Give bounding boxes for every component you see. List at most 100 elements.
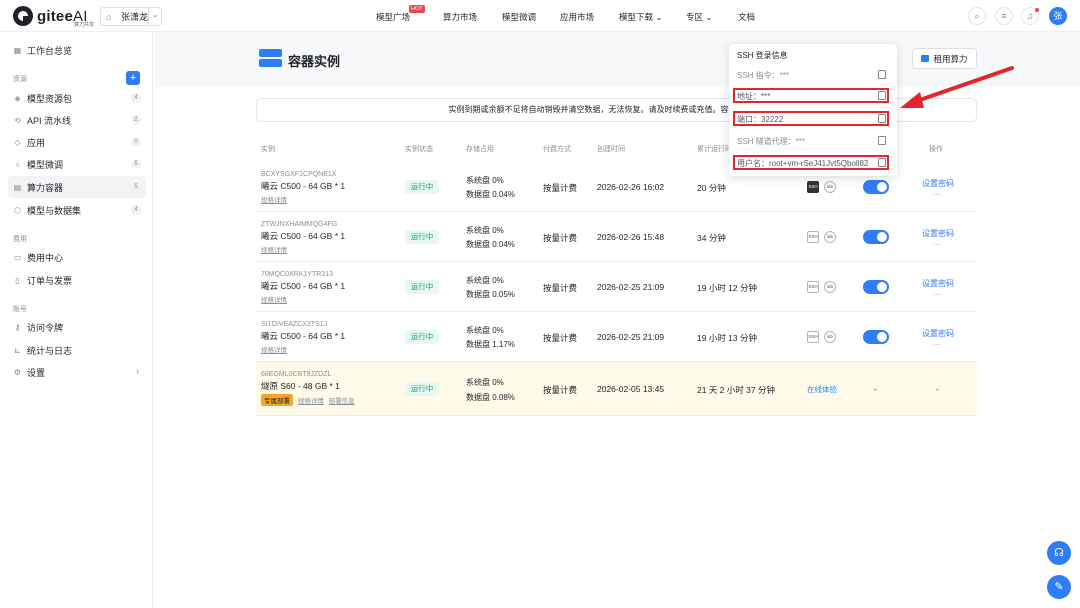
top-bar: giteeAI 算力共享 ⌂ 张潇龙 ⌄ 模型广场 HOT 算力市场 模型微调 … xyxy=(0,0,1080,32)
set-password-link[interactable]: 设置密码 xyxy=(922,178,954,189)
data-disk-usage: 数据盘 0.04% xyxy=(466,190,515,199)
copy-icon[interactable] xyxy=(878,158,886,167)
spec-details-link[interactable]: 规格详情 xyxy=(261,194,345,204)
col-header-actions: 操作 xyxy=(929,146,943,153)
sidebar-item-models-datasets[interactable]: ⬡ 模型与数据集 4 xyxy=(8,199,146,221)
search-icon[interactable]: ⌕ xyxy=(968,7,986,25)
menu-list-icon[interactable]: ≡ xyxy=(995,7,1013,25)
popup-title: SSH 登录信息 xyxy=(737,51,788,60)
more-actions-icon[interactable]: ··· xyxy=(933,340,941,349)
sidebar-item-orders-invoices[interactable]: ▯ 订单与发票 xyxy=(8,269,146,291)
jupyter-lab-icon[interactable]: lab xyxy=(824,281,836,293)
runtime: 21 天 2 小时 37 分钟 xyxy=(697,385,775,395)
system-disk-usage: 系统盘 0% xyxy=(466,226,504,235)
set-password-link[interactable]: 设置密码 xyxy=(922,228,954,239)
sidebar-item-overview[interactable]: ▦ 工作台总览 xyxy=(8,39,146,61)
copy-icon[interactable] xyxy=(878,136,886,145)
data-disk-usage: 数据盘 0.08% xyxy=(466,393,515,402)
sidebar-item-label: 模型与数据集 xyxy=(27,205,82,216)
section-label-account: 账号 xyxy=(13,306,27,313)
system-disk-usage: 系统盘 0% xyxy=(466,276,504,285)
sidebar-item-apps[interactable]: ◇ 应用 0 xyxy=(8,131,146,153)
payment-method: 按量计费 xyxy=(543,233,578,243)
sidebar-item-settings[interactable]: ⚙ 设置 › xyxy=(8,361,146,383)
jupyter-lab-icon[interactable]: lab xyxy=(824,331,836,343)
power-toggle[interactable] xyxy=(863,230,889,244)
divider xyxy=(148,7,149,26)
sidebar-item-label: 费用中心 xyxy=(27,252,64,263)
spec-details-link[interactable]: 规格详情 xyxy=(261,344,345,354)
spec-details-link[interactable]: 规格详情 xyxy=(261,294,345,304)
more-actions-icon[interactable]: ··· xyxy=(933,290,941,299)
power-toggle[interactable] xyxy=(863,180,889,194)
payment-method: 按量计费 xyxy=(543,385,578,395)
nav-fine-tune[interactable]: 模型微调 xyxy=(502,11,536,23)
nav-zone[interactable]: 专区 ⌄ xyxy=(686,11,713,23)
copy-icon[interactable] xyxy=(878,91,886,100)
headset-support-icon[interactable]: ☊ xyxy=(1047,541,1071,565)
sidebar-item-access-tokens[interactable]: ⚷ 访问令牌 xyxy=(8,316,146,338)
more-actions-icon[interactable]: ··· xyxy=(933,240,941,249)
col-header-created: 创建时间 xyxy=(597,146,625,153)
sidebar-item-billing-center[interactable]: ▭ 费用中心 xyxy=(8,246,146,268)
count-badge: 2 xyxy=(131,115,141,125)
power-toggle[interactable] xyxy=(863,280,889,294)
ssh-port-row: 端口：32222 xyxy=(733,111,889,126)
app-icon: ◇ xyxy=(14,137,21,147)
nav-model-download[interactable]: 模型下载 ⌄ xyxy=(619,11,663,23)
copy-icon[interactable] xyxy=(878,70,886,79)
spec-details-link[interactable]: 规格详情 xyxy=(298,398,324,405)
chart-icon: ⊾ xyxy=(14,345,21,355)
more-actions-icon[interactable]: ··· xyxy=(933,190,941,199)
spec-details-link[interactable]: 规格详情 xyxy=(261,244,345,254)
bulb-icon: ♁ xyxy=(14,159,21,169)
sidebar-item-model-pack[interactable]: ◈ 模型资源包 4 xyxy=(8,87,146,109)
created-time: 2026-02-26 15:48 xyxy=(597,232,665,242)
instance-name: 曦云 C500 - 64 GB * 1 xyxy=(261,181,346,191)
set-password-link[interactable]: 设置密码 xyxy=(922,278,954,289)
created-time: 2026-02-25 21:09 xyxy=(597,332,665,342)
status-badge: 运行中 xyxy=(405,382,439,396)
runtime: 19 小时 12 分钟 xyxy=(697,283,757,293)
nav-app-market[interactable]: 应用市场 xyxy=(560,11,594,23)
sidebar-item-compute-container[interactable]: ▤ 算力容器 5 xyxy=(8,176,146,198)
ssh-command-text: SSH 指令：*** xyxy=(737,71,790,80)
created-time: 2026-02-26 16:02 xyxy=(597,182,665,192)
ssh-icon[interactable]: SSH xyxy=(807,181,819,193)
nav-docs[interactable]: 文档 xyxy=(738,11,755,23)
ssh-username-text: 用户名：root+vm-rSeJ41Jvt5Qboll82 xyxy=(737,159,869,168)
sidebar-item-label: 统计与日志 xyxy=(27,345,73,356)
ssh-port-text: 端口：32222 xyxy=(737,115,784,124)
power-toggle[interactable] xyxy=(863,330,889,344)
sidebar-item-fine-tune[interactable]: ♁ 模型微调 5 xyxy=(8,153,146,175)
deploy-info-link[interactable]: 部署信息 xyxy=(329,398,355,405)
chevron-right-icon: › xyxy=(136,366,139,376)
nav-compute-market[interactable]: 算力市场 xyxy=(443,11,477,23)
payment-method: 按量计费 xyxy=(543,333,578,343)
set-password-link[interactable]: 设置密码 xyxy=(922,328,954,339)
jupyter-lab-icon[interactable]: lab xyxy=(824,181,836,193)
ssh-icon[interactable]: SSH xyxy=(807,231,819,243)
page-title: 容器实例 xyxy=(288,54,341,69)
created-time: 2026-02-25 21:09 xyxy=(597,282,665,292)
chevron-down-icon[interactable]: ⌄ xyxy=(152,10,159,19)
ssh-icon[interactable]: SSH xyxy=(807,331,819,343)
sidebar-item-stats-logs[interactable]: ⊾ 统计与日志 xyxy=(8,339,146,361)
avatar[interactable]: 张 xyxy=(1049,7,1067,25)
ssh-command-row: SSH 指令：*** xyxy=(733,67,889,82)
online-trial-link[interactable]: 在线体验 xyxy=(807,384,837,395)
sidebar-item-label: 访问令牌 xyxy=(27,322,64,333)
cube-icon: ⬡ xyxy=(14,205,21,215)
section-label-resources: 资源 xyxy=(13,76,27,83)
empty-value: - xyxy=(874,384,877,394)
wallet-icon: ▭ xyxy=(13,252,22,262)
nav-model-square[interactable]: 模型广场 xyxy=(376,11,410,23)
edit-feedback-icon[interactable]: ✎ xyxy=(1047,575,1071,599)
ssh-icon[interactable]: SSH xyxy=(807,281,819,293)
sidebar-item-api-pipeline[interactable]: ⟲ API 流水线 2 xyxy=(8,109,146,131)
jupyter-lab-icon[interactable]: lab xyxy=(824,231,836,243)
count-badge: 0 xyxy=(131,137,141,147)
copy-icon[interactable] xyxy=(878,114,886,123)
chevron-down-icon: ⌄ xyxy=(705,12,713,22)
add-resource-button[interactable]: + xyxy=(126,71,140,85)
